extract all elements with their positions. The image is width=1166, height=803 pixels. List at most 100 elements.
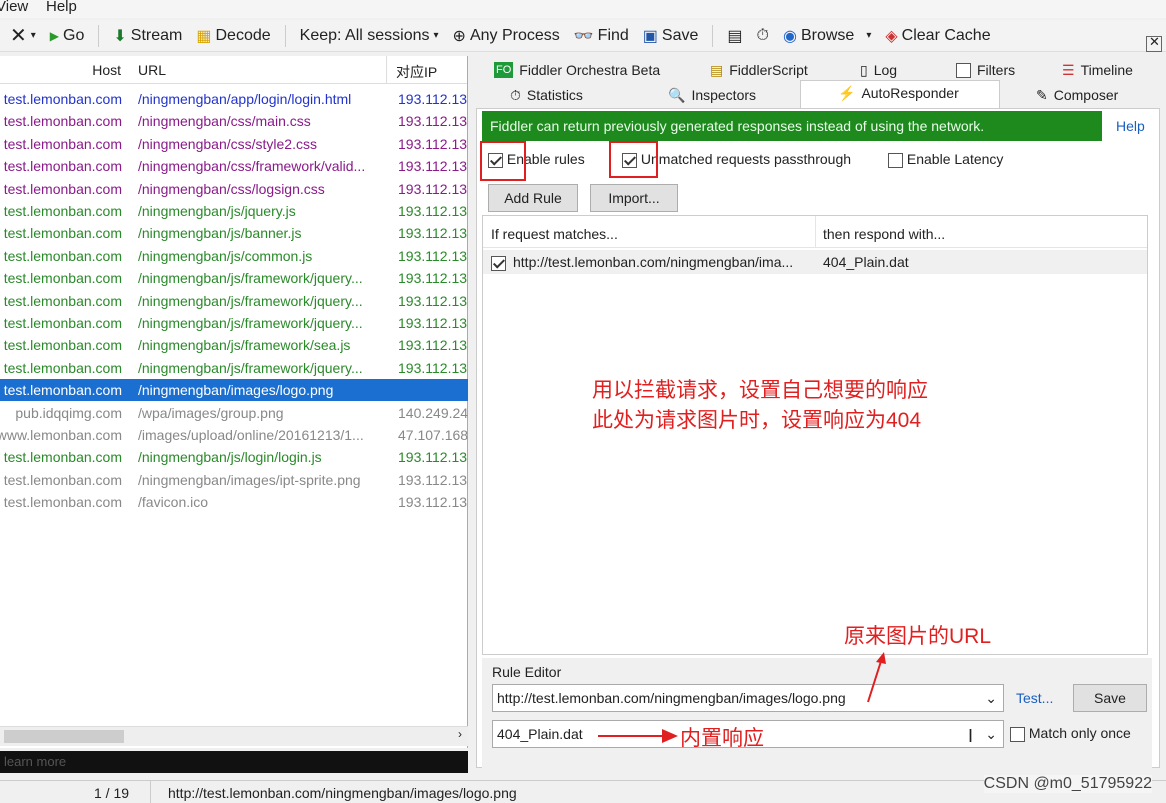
save-label: Save — [661, 26, 699, 44]
session-url: /ningmengban/js/framework/jquery... — [138, 292, 363, 309]
session-row[interactable]: test.lemonban.com/ningmengban/js/framewo… — [0, 334, 468, 356]
session-host: test.lemonban.com — [3, 91, 122, 107]
decode-button[interactable]: ▦ Decode — [196, 26, 270, 46]
session-url: /ningmengban/js/framework/jquery... — [138, 359, 363, 376]
tab-fiddler-orchestra[interactable]: FO Fiddler Orchestra Beta — [494, 58, 660, 82]
info-banner: Fiddler can return previously generated … — [482, 111, 1102, 141]
scroll-thumb[interactable] — [4, 730, 124, 743]
session-row[interactable]: test.lemonban.com/ningmengban/js/framewo… — [0, 267, 468, 289]
match-only-once-checkbox[interactable]: Match only once — [1010, 725, 1131, 742]
learn-more-bar[interactable]: learn more — [0, 751, 468, 773]
stream-button[interactable]: ⬇ Stream — [113, 26, 182, 46]
find-label: Find — [597, 26, 629, 44]
any-process-button[interactable]: ⊕ Any Process — [453, 26, 560, 46]
session-host: test.lemonban.com — [3, 337, 122, 354]
go-button[interactable]: ▶ Go — [50, 27, 85, 45]
session-row[interactable]: test.lemonban.com/ningmengban/js/banner.… — [0, 222, 468, 244]
session-row[interactable]: test.lemonban.com/ningmengban/css/style2… — [0, 133, 468, 155]
menu-view[interactable]: View — [0, 0, 28, 15]
tab-inspectors[interactable]: 🔍 Inspectors — [668, 83, 756, 107]
session-row[interactable]: test.lemonban.com/ningmengban/css/framew… — [0, 155, 468, 177]
rule-checkbox[interactable] — [491, 255, 506, 271]
tab-label: Inspectors — [691, 87, 757, 103]
checkbox[interactable] — [1010, 726, 1025, 742]
close-icon[interactable]: ✕ — [1146, 34, 1162, 52]
remove-button[interactable]: ✕ ▾ — [10, 23, 36, 48]
menu-help[interactable]: Help — [46, 0, 77, 15]
session-row[interactable]: test.lemonban.com/ningmengban/css/logsig… — [0, 178, 468, 200]
session-host: test.lemonban.com — [3, 225, 122, 242]
session-host: test.lemonban.com — [3, 135, 122, 152]
session-row[interactable]: test.lemonban.com/ningmengban/js/login/l… — [0, 446, 468, 468]
session-host: test.lemonban.com — [3, 471, 122, 488]
help-link[interactable]: Help — [1116, 118, 1145, 134]
session-url: /ningmengban/js/login/login.js — [138, 449, 322, 466]
column-match[interactable]: If request matches... — [491, 226, 618, 242]
tab-statistics[interactable]: ⏱ Statistics — [510, 83, 583, 107]
session-row[interactable]: test.lemonban.com/ningmengban/images/ipt… — [0, 469, 468, 491]
session-row[interactable]: test.lemonban.com/ningmengban/js/common.… — [0, 245, 468, 267]
chevron-right-icon[interactable]: › — [458, 727, 462, 741]
save-rule-button[interactable]: Save — [1073, 684, 1147, 712]
column-url[interactable]: URL — [138, 62, 166, 78]
keep-sessions-dropdown[interactable]: Keep: All sessions ▾ — [300, 27, 439, 45]
match-input[interactable]: http://test.lemonban.com/ningmengban/ima… — [492, 684, 1004, 712]
camera-icon: ▤ — [727, 27, 743, 45]
timeline-icon: ☰ — [1062, 61, 1075, 78]
tab-timeline[interactable]: ☰ Timeline — [1062, 58, 1133, 82]
session-ip: 193.112.13 — [398, 158, 468, 175]
tab-filters[interactable]: Filters — [956, 58, 1015, 82]
status-url: http://test.lemonban.com/ningmengban/ima… — [168, 785, 517, 801]
tab-log[interactable]: ▯ Log — [860, 58, 897, 82]
session-row[interactable]: test.lemonban.com/ningmengban/js/framewo… — [0, 357, 468, 379]
session-row[interactable]: test.lemonban.com/favicon.ico 193.112.13 — [0, 491, 468, 513]
chevron-down-icon[interactable]: ⌄ — [985, 721, 997, 747]
session-ip: 193.112.13 — [398, 135, 468, 152]
add-rule-button[interactable]: Add Rule — [488, 184, 578, 212]
session-host: test.lemonban.com — [3, 158, 122, 175]
column-respond[interactable]: then respond with... — [823, 226, 945, 242]
session-row[interactable]: test.lemonban.com/ningmengban/images/log… — [0, 379, 468, 402]
tab-label: FiddlerScript — [729, 62, 808, 78]
session-row[interactable]: www.lemonban.com/images/upload/online/20… — [0, 424, 468, 446]
clear-cache-button[interactable]: ◈ Clear Cache — [885, 26, 990, 46]
annotation-line2: 此处为请求图片时，设置响应为404 — [592, 409, 922, 432]
session-row[interactable]: test.lemonban.com/ningmengban/js/jquery.… — [0, 200, 468, 222]
x-icon: ✕ — [10, 25, 27, 47]
session-row[interactable]: test.lemonban.com/ningmengban/css/main.c… — [0, 110, 468, 132]
play-icon: ▶ — [49, 28, 60, 43]
fo-icon: FO — [494, 62, 514, 78]
timer-button[interactable]: ⏱ — [757, 27, 769, 45]
session-row[interactable]: test.lemonban.com/ningmengban/js/framewo… — [0, 290, 468, 312]
inspect-icon: 🔍 — [668, 86, 686, 103]
column-host[interactable]: Host — [92, 62, 121, 78]
tab-autoresponder[interactable]: ⚡ AutoResponder — [838, 81, 959, 105]
session-row[interactable]: test.lemonban.com/ningmengban/js/framewo… — [0, 312, 468, 334]
checkbox[interactable] — [888, 152, 903, 168]
find-button[interactable]: 👓 Find — [574, 26, 629, 46]
tab-label: Composer — [1053, 87, 1119, 103]
session-row[interactable]: test.lemonban.com/ningmengban/app/login/… — [0, 88, 468, 110]
tab-fiddlerscript[interactable]: ▤ FiddlerScript — [710, 58, 808, 82]
tab-composer[interactable]: ✎ Composer — [1036, 83, 1118, 107]
enable-latency-checkbox[interactable]: Enable Latency — [888, 151, 1003, 168]
column-ip[interactable]: 对应IP — [396, 62, 437, 82]
session-ip: 193.112.13 — [398, 315, 468, 331]
screenshot-button[interactable]: ▤ — [727, 26, 742, 46]
session-host: test.lemonban.com — [3, 180, 122, 197]
test-link[interactable]: Test... — [1016, 690, 1053, 706]
divider — [712, 24, 714, 47]
checkbox-label: Enable Latency — [906, 151, 1004, 167]
session-ip: 193.112.13 — [398, 203, 468, 219]
chevron-down-icon[interactable]: ⌄ — [985, 685, 997, 711]
session-url: /ningmengban/js/framework/jquery... — [138, 315, 363, 331]
session-row[interactable]: pub.idqqimg.com/wpa/images/group.png 140.… — [0, 402, 468, 424]
tab-label: Fiddler Orchestra Beta — [519, 62, 661, 78]
import-button[interactable]: Import... — [590, 184, 678, 212]
sessions-list: Host URL 对应IP test.lemonban.com/ningmeng… — [0, 56, 468, 748]
horizontal-scrollbar[interactable]: › — [0, 726, 468, 746]
browse-button[interactable]: ◉ Browse ▾ — [783, 26, 871, 46]
rule-row[interactable]: http://test.lemonban.com/ningmengban/ima… — [483, 250, 1147, 274]
status-bar: 1 / 19 http://test.lemonban.com/ningmeng… — [0, 775, 1166, 803]
save-button[interactable]: ▣ Save — [643, 26, 699, 46]
